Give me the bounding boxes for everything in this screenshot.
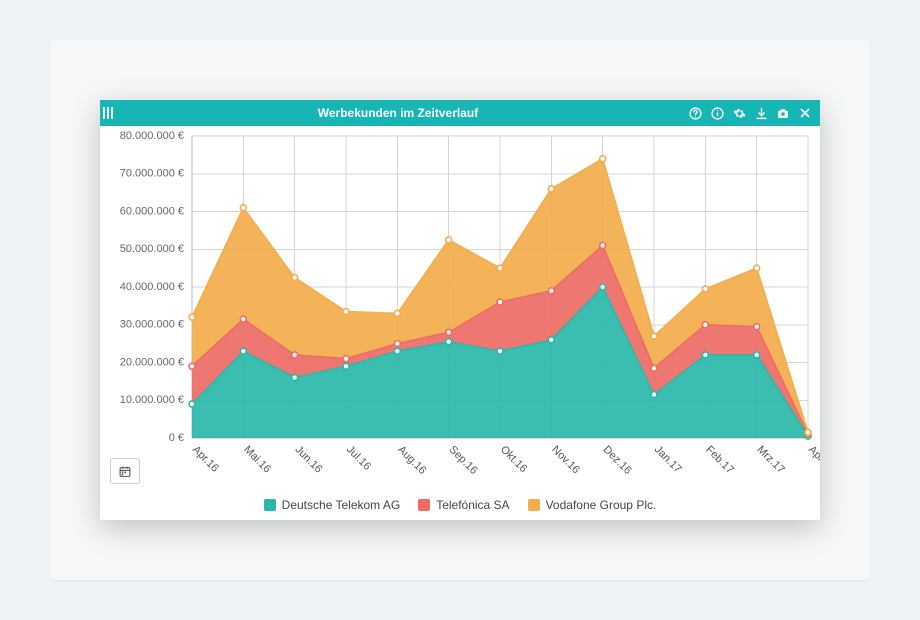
legend-label: Telefónica SA xyxy=(436,498,509,512)
data-point[interactable] xyxy=(651,392,657,398)
data-point[interactable] xyxy=(446,329,452,335)
data-point[interactable] xyxy=(446,339,452,345)
drag-handle-icon[interactable] xyxy=(100,100,116,126)
chart-title: Werbekunden im Zeitverlauf xyxy=(116,106,680,120)
svg-text:40.000.000 €: 40.000.000 € xyxy=(120,281,184,293)
x-tick-label: Sep.16 xyxy=(447,444,480,477)
data-point[interactable] xyxy=(394,348,400,354)
legend-label: Vodafone Group Plc. xyxy=(546,498,657,512)
legend-label: Deutsche Telekom AG xyxy=(282,498,401,512)
legend-item[interactable]: Vodafone Group Plc. xyxy=(528,498,657,512)
settings-icon[interactable] xyxy=(732,106,746,120)
x-tick-label: Aug.16 xyxy=(395,444,428,477)
data-point[interactable] xyxy=(446,237,452,243)
x-tick-label: Jul.16 xyxy=(344,444,373,473)
data-point[interactable] xyxy=(548,337,554,343)
close-icon[interactable] xyxy=(798,106,812,120)
data-point[interactable] xyxy=(548,288,554,294)
area-chart: 0 € 10.000.000 € 20.000.000 € 30.000.000 € 4… xyxy=(100,126,820,490)
data-point[interactable] xyxy=(497,265,503,271)
data-point[interactable] xyxy=(754,324,760,330)
data-point[interactable] xyxy=(240,205,246,211)
toolbar xyxy=(680,106,820,120)
data-point[interactable] xyxy=(343,309,349,315)
calendar-button[interactable] xyxy=(110,458,140,484)
x-tick-label: Dez.16 xyxy=(601,444,634,477)
legend-swatch xyxy=(264,499,276,511)
svg-text:30.000.000 €: 30.000.000 € xyxy=(120,319,184,331)
data-point[interactable] xyxy=(600,242,606,248)
data-point[interactable] xyxy=(292,352,298,358)
legend-item[interactable]: Telefónica SA xyxy=(418,498,509,512)
x-tick-label: Apr.17 xyxy=(806,444,820,475)
data-point[interactable] xyxy=(548,186,554,192)
x-tick-label: Nov.16 xyxy=(549,444,582,477)
camera-icon[interactable] xyxy=(776,106,790,120)
data-point[interactable] xyxy=(292,375,298,381)
data-point[interactable] xyxy=(189,401,195,407)
data-point[interactable] xyxy=(651,333,657,339)
x-tick-label: Jun.16 xyxy=(293,444,325,476)
legend-swatch xyxy=(528,499,540,511)
data-point[interactable] xyxy=(240,348,246,354)
svg-text:50.000.000 €: 50.000.000 € xyxy=(120,243,184,255)
outer-panel: Werbekunden im Zeitverlauf 0 € 10.000.000… xyxy=(50,40,870,580)
legend-item[interactable]: Deutsche Telekom AG xyxy=(264,498,401,512)
data-point[interactable] xyxy=(754,265,760,271)
chart-area: 0 € 10.000.000 € 20.000.000 € 30.000.000 € 4… xyxy=(100,126,820,490)
data-point[interactable] xyxy=(651,365,657,371)
legend-swatch xyxy=(418,499,430,511)
svg-text:0 €: 0 € xyxy=(169,432,184,444)
x-tick-label: Feb.17 xyxy=(703,444,736,477)
svg-text:70.000.000 €: 70.000.000 € xyxy=(120,168,184,180)
data-point[interactable] xyxy=(394,310,400,316)
data-point[interactable] xyxy=(702,352,708,358)
data-point[interactable] xyxy=(702,322,708,328)
data-point[interactable] xyxy=(702,286,708,292)
data-point[interactable] xyxy=(394,341,400,347)
data-point[interactable] xyxy=(805,429,811,435)
x-tick-label: Apr.16 xyxy=(190,444,221,475)
legend: Deutsche Telekom AG Telefónica SA Vodafo… xyxy=(100,490,820,520)
data-point[interactable] xyxy=(497,299,503,305)
x-tick-label: Mai.16 xyxy=(241,444,273,476)
data-point[interactable] xyxy=(189,314,195,320)
data-point[interactable] xyxy=(600,284,606,290)
x-tick-label: Mrz.17 xyxy=(755,444,787,476)
download-icon[interactable] xyxy=(754,106,768,120)
svg-text:80.000.000 €: 80.000.000 € xyxy=(120,130,184,142)
svg-text:20.000.000 €: 20.000.000 € xyxy=(120,356,184,368)
data-point[interactable] xyxy=(600,156,606,162)
svg-text:60.000.000 €: 60.000.000 € xyxy=(120,205,184,217)
titlebar: Werbekunden im Zeitverlauf xyxy=(100,100,820,126)
data-point[interactable] xyxy=(497,348,503,354)
chart-card: Werbekunden im Zeitverlauf 0 € 10.000.000… xyxy=(100,100,820,520)
help-icon[interactable] xyxy=(688,106,702,120)
data-point[interactable] xyxy=(240,316,246,322)
data-point[interactable] xyxy=(343,363,349,369)
x-tick-label: Okt.16 xyxy=(498,444,529,475)
data-point[interactable] xyxy=(754,352,760,358)
data-point[interactable] xyxy=(189,363,195,369)
data-point[interactable] xyxy=(343,356,349,362)
svg-text:10.000.000 €: 10.000.000 € xyxy=(120,394,184,406)
data-point[interactable] xyxy=(292,275,298,281)
info-icon[interactable] xyxy=(710,106,724,120)
x-tick-label: Jan.17 xyxy=(652,444,684,476)
